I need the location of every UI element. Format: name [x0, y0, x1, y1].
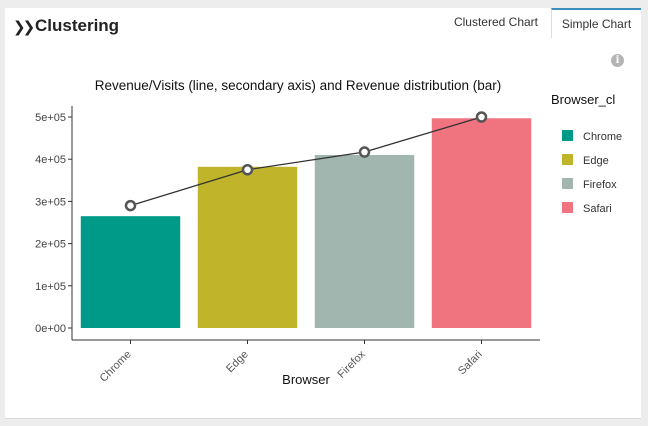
bar-safari	[431, 118, 532, 329]
legend-key-safari	[562, 202, 573, 213]
legend-key-firefox	[562, 178, 573, 189]
line-point-chrome	[124, 199, 137, 212]
bar-chrome	[80, 216, 181, 328]
legend-label-safari: Safari	[583, 203, 612, 215]
x-tick-label: Safari	[456, 348, 485, 377]
line-point-firefox	[358, 146, 371, 158]
line-point-edge	[241, 164, 254, 176]
x-tick-label: Chrome	[98, 348, 134, 384]
x-tick-label: Firefox	[336, 348, 369, 381]
y-axis: 0e+00 1e+05 2e+05 3e+05 4e+05 5e+05	[35, 106, 73, 340]
legend-key-edge	[562, 154, 573, 165]
bars	[80, 118, 532, 329]
legend-label-chrome: Chrome	[583, 131, 622, 143]
y-tick-label: 0e+00	[35, 323, 66, 335]
legend-label-edge: Edge	[583, 155, 609, 167]
legend-label-firefox: Firefox	[583, 179, 617, 191]
revenue-chart: Revenue/Visits (line, secondary axis) an…	[35, 78, 622, 387]
legend-title: Browser_cl	[551, 92, 615, 107]
bar-firefox	[314, 154, 415, 328]
legend: Browser_cl Chrome Edge Firefox Safari	[551, 92, 622, 215]
y-tick-label: 4e+05	[35, 154, 66, 166]
bar-edge	[197, 166, 298, 328]
x-tick-label: Edge	[224, 348, 251, 375]
legend-key-chrome	[562, 130, 573, 141]
chart-title: Revenue/Visits (line, secondary axis) an…	[95, 78, 501, 93]
line-point-safari	[475, 111, 488, 123]
y-tick-label: 2e+05	[35, 239, 66, 251]
y-tick-label: 3e+05	[35, 196, 66, 208]
x-axis-label: Browser	[282, 372, 330, 387]
y-tick-label: 5e+05	[35, 112, 66, 124]
line-path	[130, 116, 482, 207]
y-tick-label: 1e+05	[35, 281, 66, 293]
